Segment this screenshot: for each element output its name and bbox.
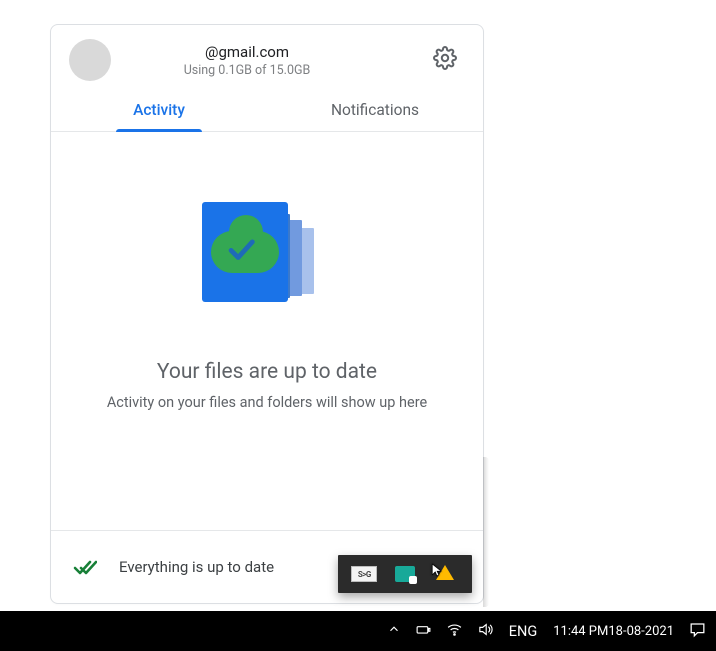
status-heading: Your files are up to date: [157, 360, 377, 384]
language-indicator[interactable]: ENG: [501, 611, 545, 651]
screentogif-icon: S>G: [351, 566, 377, 582]
tray-chevron-button[interactable]: [380, 611, 408, 651]
chevron-up-icon: [387, 622, 401, 640]
wifi-button[interactable]: [439, 611, 470, 651]
tab-notifications[interactable]: Notifications: [267, 87, 483, 131]
card-header: @gmail.com Using 0.1GB of 15.0GB: [51, 25, 483, 87]
checkmark-icon: [224, 232, 258, 266]
action-center-button[interactable]: [682, 611, 712, 651]
clock-time: 11:44 PM: [553, 624, 608, 639]
tray-item-drive[interactable]: [430, 562, 462, 586]
battery-button[interactable]: [408, 611, 439, 651]
clock-date: 18-08-2021: [608, 624, 674, 639]
speaker-icon: [477, 621, 494, 642]
windows-taskbar: ENG 11:44 PM 18-08-2021: [0, 611, 716, 651]
double-check-icon: [73, 555, 97, 579]
battery-icon: [415, 621, 432, 642]
drive-status-card: @gmail.com Using 0.1GB of 15.0GB Activit…: [50, 24, 484, 604]
notification-icon: [688, 620, 707, 643]
activity-content: Your files are up to date Activity on yo…: [51, 132, 483, 530]
status-subtext: Activity on your files and folders will …: [107, 394, 427, 411]
tray-item-app[interactable]: [389, 562, 421, 586]
cursor-icon: [430, 561, 444, 579]
gear-icon: [433, 46, 457, 74]
footer-status-text: Everything is up to date: [119, 558, 274, 576]
tab-activity[interactable]: Activity: [51, 87, 267, 131]
storage-usage: Using 0.1GB of 15.0GB: [69, 63, 425, 78]
tray-item-screentogif[interactable]: S>G: [348, 562, 380, 586]
touchpad-icon: [395, 566, 415, 582]
tray-overflow-panel: S>G: [338, 555, 472, 593]
volume-button[interactable]: [470, 611, 501, 651]
account-info: @gmail.com Using 0.1GB of 15.0GB: [69, 43, 425, 78]
tab-bar: Activity Notifications: [51, 87, 483, 132]
uptodate-illustration: [202, 202, 332, 310]
account-email: @gmail.com: [69, 43, 425, 61]
clock-button[interactable]: 11:44 PM 18-08-2021: [545, 611, 682, 651]
wifi-icon: [446, 621, 463, 642]
settings-button[interactable]: [425, 40, 465, 80]
google-drive-icon: [434, 563, 458, 585]
